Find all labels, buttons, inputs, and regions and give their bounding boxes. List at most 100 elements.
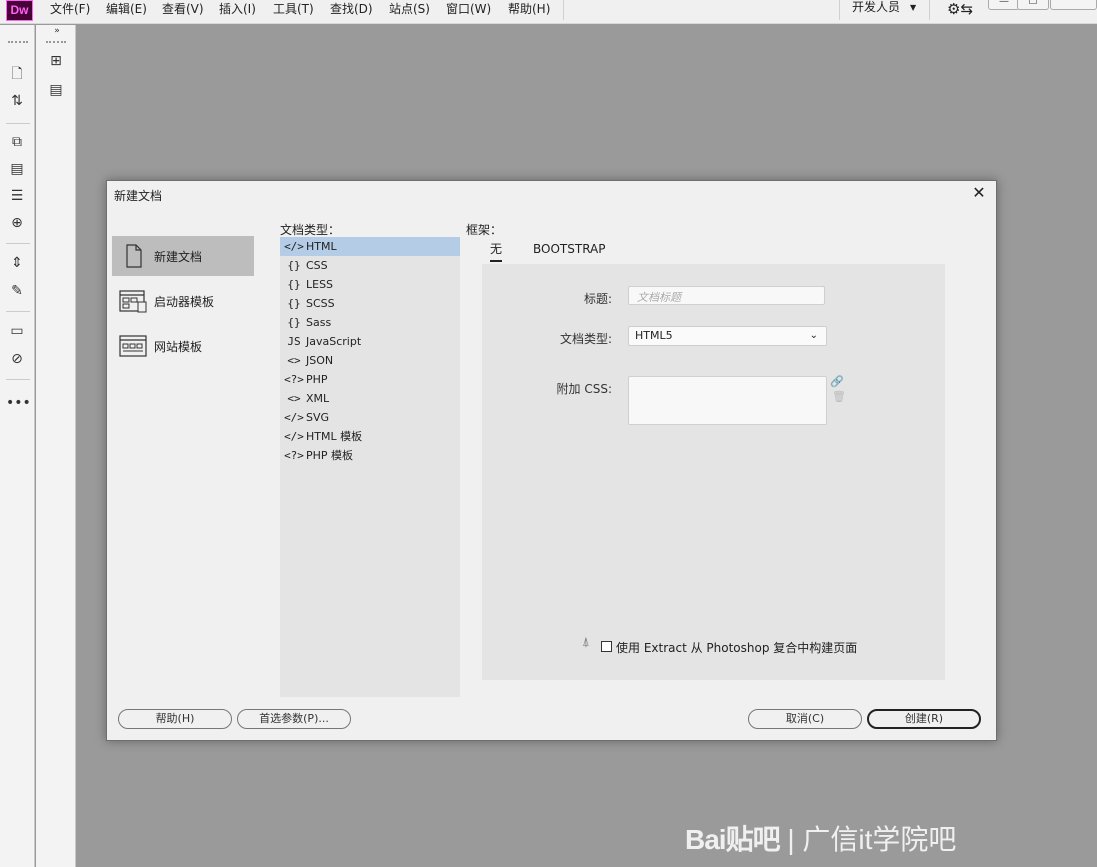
code-tag-icon: </> [284,430,304,443]
indent-icon[interactable]: ☰ [6,186,28,206]
category-label: 启动器模板 [154,295,215,309]
workspace-switcher[interactable]: 开发人员 [852,0,900,15]
chevron-down-icon: ⌄ [809,330,818,341]
doc-type-php[interactable]: <?> PHP [280,370,460,389]
sync-settings-icon[interactable]: ⚙⇆ [947,1,973,17]
watermark-text: | 广信it学院吧 [787,824,957,855]
xml-file-icon: <> [287,392,301,405]
extract-checkbox[interactable] [601,641,612,652]
maximize-button[interactable]: ☐ [1017,0,1049,10]
category-starter-templates[interactable]: 启动器模板 [112,281,254,321]
category-site-templates[interactable]: 网站模板 [112,326,254,366]
comment-remove-icon[interactable]: ⊘ [6,349,28,369]
file-transfer-icon[interactable]: ⇅ [6,91,28,111]
doc-type-less[interactable]: {} LESS [280,275,460,294]
tab-bootstrap[interactable]: BOOTSTRAP [533,242,606,256]
doc-type-label: SCSS [306,297,335,310]
preferences-button[interactable]: 首选参数(P)... [237,709,351,729]
site-template-icon [119,335,147,357]
doc-type-list[interactable]: </> HTML {} CSS {} LESS {} SCSS {} Sass … [280,237,460,697]
active-tab-indicator [490,260,502,262]
toolbar-separator [6,379,30,380]
menu-bar: Dw 文件(F) 编辑(E) 查看(V) 插入(I) 工具(T) 查找(D) 站… [0,0,1097,24]
doc-type-label: XML [306,392,330,405]
title-label: 标题: [583,292,612,306]
json-file-icon: <> [287,354,301,367]
title-input[interactable]: 文档标题 [628,286,825,305]
doctype-value: HTML5 [635,329,673,342]
link-icon[interactable]: 🔗 [830,375,844,388]
doc-type-html[interactable]: </> HTML [280,237,460,256]
toolbar-separator [6,311,30,312]
doc-type-html-template[interactable]: </> HTML 模板 [280,427,460,446]
expand-icon[interactable]: ⇕ [6,253,28,273]
doc-type-svg[interactable]: </> SVG [280,408,460,427]
doc-type-scss[interactable]: {} SCSS [280,294,460,313]
code-tag-icon: </> [284,240,304,253]
toolbar-separator [6,243,30,244]
doc-type-label: SVG [306,411,330,424]
menu-insert[interactable]: 插入(I) [219,0,256,20]
doc-type-label: PHP 模板 [306,449,354,462]
close-window-button[interactable] [1050,0,1097,10]
braces-icon: {} [287,297,301,310]
menu-view[interactable]: 查看(V) [162,0,204,20]
extract-checkbox-label[interactable]: 使用 Extract 从 Photoshop 复合中构建页面 [616,639,857,656]
attach-css-label: 附加 CSS: [556,382,612,396]
category-label: 新建文档 [154,250,203,264]
doc-type-javascript[interactable]: JS JavaScript [280,332,460,351]
site-map-icon[interactable]: ⊞ [45,51,67,71]
menu-edit[interactable]: 编辑(E) [106,0,147,20]
doc-type-php-template[interactable]: <?> PHP 模板 [280,446,460,465]
doc-type-css[interactable]: {} CSS [280,256,460,275]
menu-find[interactable]: 查找(D) [330,0,373,20]
doc-type-label: JavaScript [306,335,362,348]
code-view-icon[interactable]: ⧉ [6,132,28,152]
doc-type-sass[interactable]: {} Sass [280,313,460,332]
doc-type-xml[interactable]: <> XML [280,389,460,408]
help-button[interactable]: 帮助(H) [118,709,232,729]
menu-file[interactable]: 文件(F) [50,0,90,20]
create-button[interactable]: 创建(R) [867,709,981,729]
menu-separator [563,0,564,20]
toolbar-grip[interactable] [8,41,28,44]
more-icon[interactable]: ••• [6,393,31,413]
target-icon[interactable]: ⊕ [6,213,28,233]
menu-separator [839,0,840,20]
new-file-icon[interactable]: 🗋 [6,64,28,84]
watermark-brand: Bai贴吧 [685,824,781,855]
title-placeholder: 文档标题 [637,291,681,304]
minimize-button[interactable]: — [988,0,1020,10]
starter-template-icon [119,290,147,313]
trash-icon[interactable]: 🗑 [832,390,846,403]
framework-panel: 标题: 文档标题 文档类型: HTML5 ⌄ 附加 CSS: 🔗 🗑 ⍋ 使用 … [482,264,945,680]
php-tag-icon: <?> [284,373,304,386]
menu-site[interactable]: 站点(S) [389,0,430,20]
category-label: 网站模板 [154,340,203,354]
menu-separator [929,0,930,20]
braces-icon: {} [287,278,301,291]
menu-help[interactable]: 帮助(H) [508,0,550,20]
comment-icon[interactable]: ▭ [6,321,28,341]
category-new-document[interactable]: 新建文档 [112,236,254,276]
braces-icon: {} [287,259,301,272]
close-icon[interactable]: ✕ [970,183,988,203]
doc-type-json[interactable]: <> JSON [280,351,460,370]
doc-type-label: JSON [306,354,334,367]
new-document-dialog: 新建文档 ✕ 新建文档 启动器模板 网站模板 文档类型： </> HTML {}… [106,180,997,741]
live-view-icon[interactable]: ▤ [6,159,28,179]
cancel-button[interactable]: 取消(C) [748,709,862,729]
menu-window[interactable]: 窗口(W) [446,0,491,20]
attach-css-list[interactable] [628,376,827,425]
wand-icon[interactable]: ✎ [6,281,28,301]
toolbar-grip[interactable] [46,41,66,44]
code-navigator-icon[interactable]: ▤ [45,80,67,100]
code-tag-icon: </> [284,411,304,424]
menu-tools[interactable]: 工具(T) [273,0,314,20]
tab-none[interactable]: 无 [490,242,502,256]
chevron-down-icon[interactable]: ▼ [910,3,916,12]
doc-type-label: LESS [306,278,334,291]
doctype-select[interactable]: HTML5 ⌄ [628,326,827,346]
doc-type-label: Sass [306,316,332,329]
doc-type-label: HTML 模板 [306,430,363,443]
